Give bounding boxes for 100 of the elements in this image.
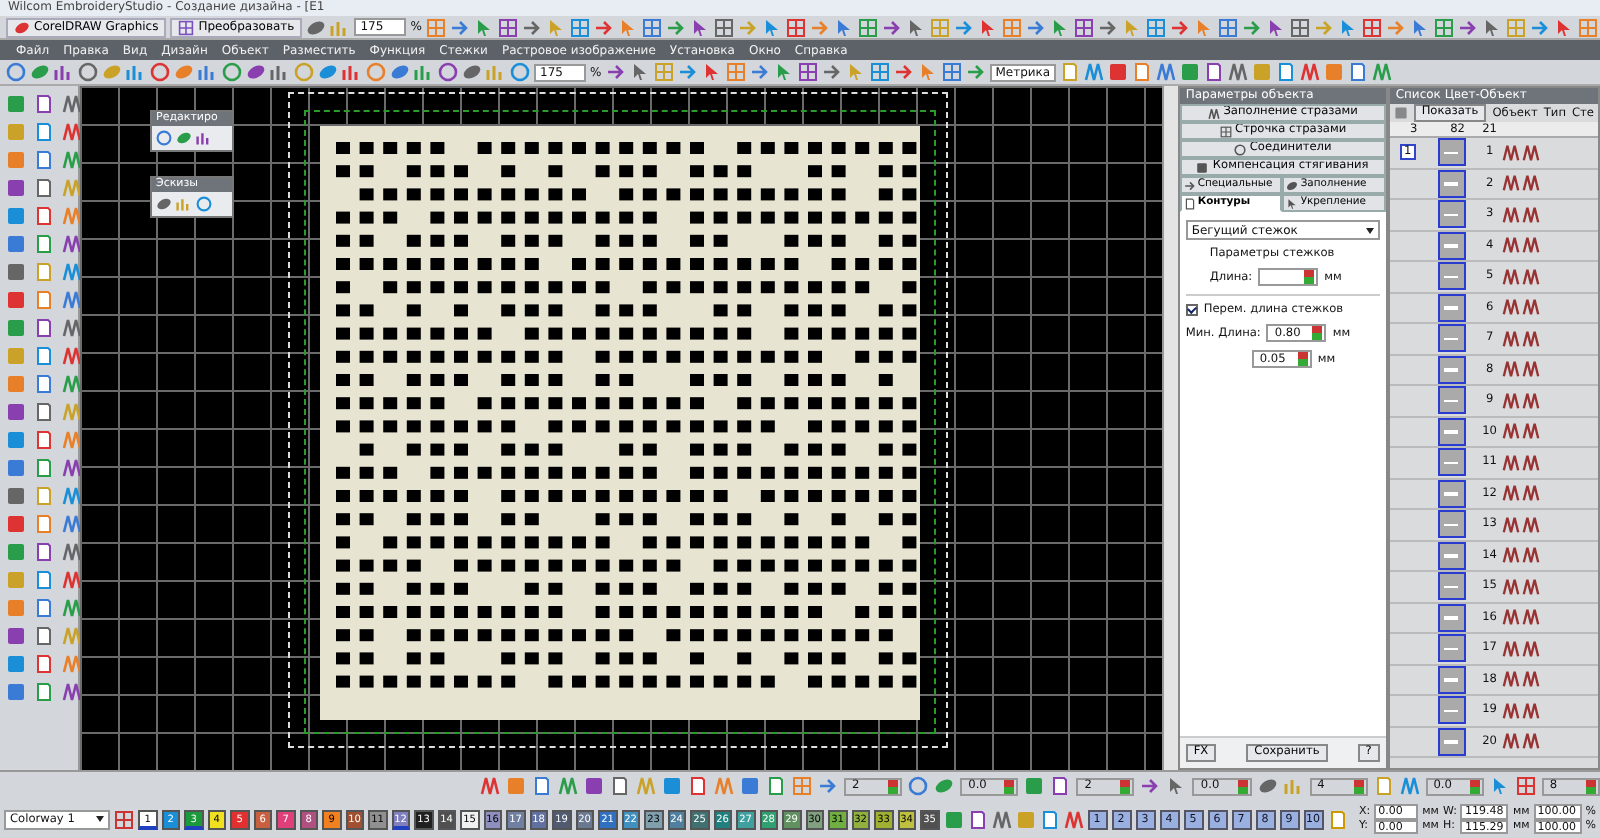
pointer-icon[interactable]	[1265, 17, 1286, 37]
square-icon[interactable]	[6, 234, 26, 254]
circle-icon[interactable]	[438, 62, 458, 82]
grid-icon[interactable]	[1289, 17, 1310, 37]
grid-icon[interactable]	[178, 19, 195, 35]
zigzag-stitch-icon[interactable]	[1300, 62, 1321, 82]
bars-icon[interactable]	[126, 62, 146, 82]
square-icon[interactable]	[1393, 106, 1408, 120]
color-block[interactable]	[1437, 293, 1466, 322]
bars-icon[interactable]	[196, 130, 212, 146]
color-block[interactable]	[1437, 696, 1466, 725]
grid-icon[interactable]	[1073, 17, 1094, 37]
arrow-icon[interactable]	[1025, 17, 1046, 37]
grid-icon[interactable]	[1515, 776, 1536, 796]
square-icon[interactable]	[584, 776, 604, 796]
grid-icon[interactable]	[114, 809, 135, 829]
zigzag-stitch-icon[interactable]	[480, 776, 500, 796]
leaf-icon[interactable]	[246, 62, 266, 82]
arrow-icon[interactable]	[818, 776, 838, 796]
leaf-icon[interactable]	[318, 62, 338, 82]
pointer-icon[interactable]	[701, 62, 722, 82]
arrow-icon[interactable]	[1140, 776, 1161, 796]
square-icon[interactable]	[6, 430, 26, 450]
leaf-icon[interactable]	[30, 62, 50, 82]
bars-icon[interactable]	[342, 62, 362, 82]
color-block[interactable]	[1437, 572, 1466, 601]
pointer-icon[interactable]	[773, 62, 794, 82]
grid-icon[interactable]	[785, 17, 806, 37]
color-block[interactable]	[1437, 510, 1466, 539]
color-block[interactable]	[1437, 355, 1466, 384]
pointer-icon[interactable]	[977, 17, 998, 37]
pointer-icon[interactable]	[833, 17, 854, 37]
pointer-icon[interactable]	[473, 17, 494, 37]
leaf-icon[interactable]	[462, 62, 482, 82]
grid-icon[interactable]	[641, 17, 662, 37]
color-block[interactable]	[1437, 262, 1466, 291]
square-icon[interactable]	[6, 458, 26, 478]
zigzag-stitch-icon[interactable]	[1063, 809, 1084, 829]
grid-icon[interactable]	[941, 62, 962, 82]
square-icon[interactable]	[662, 776, 682, 796]
square-icon[interactable]	[6, 318, 26, 338]
grid-icon[interactable]	[1361, 17, 1382, 37]
arrow-icon[interactable]	[1183, 179, 1196, 191]
square-icon[interactable]	[6, 654, 26, 674]
arrow-icon[interactable]	[521, 17, 542, 37]
zigzag-stitch-icon[interactable]	[1399, 776, 1420, 796]
square-icon[interactable]	[6, 682, 26, 702]
square-icon[interactable]	[6, 514, 26, 534]
bars-icon[interactable]	[270, 62, 290, 82]
pointer-icon[interactable]	[1489, 776, 1510, 796]
arrow-icon[interactable]	[1529, 17, 1550, 37]
leaf-icon[interactable]	[934, 776, 955, 796]
number-field[interactable]	[1258, 268, 1319, 286]
circle-icon[interactable]	[156, 130, 172, 146]
circle-icon[interactable]	[908, 776, 929, 796]
color-block[interactable]	[1437, 138, 1466, 167]
square-icon[interactable]	[6, 178, 26, 198]
arrow-icon[interactable]	[449, 17, 470, 37]
grid-icon[interactable]	[1433, 17, 1454, 37]
pointer-icon[interactable]	[689, 17, 710, 37]
grid-icon[interactable]	[713, 17, 734, 37]
circle-icon[interactable]	[6, 62, 26, 82]
zigzag-stitch-icon[interactable]	[991, 809, 1012, 829]
page-icon[interactable]	[1276, 62, 1297, 82]
color-block[interactable]	[1437, 448, 1466, 477]
pointer-icon[interactable]	[1553, 17, 1574, 37]
grid-icon[interactable]	[869, 62, 890, 82]
color-block[interactable]	[1437, 727, 1466, 756]
arrow-icon[interactable]	[1241, 17, 1262, 37]
arrow-icon[interactable]	[665, 17, 686, 37]
color-block[interactable]	[1437, 603, 1466, 632]
zigzag-stitch-icon[interactable]	[558, 776, 578, 796]
page-icon[interactable]	[1204, 62, 1225, 82]
zigzag-stitch-icon[interactable]	[1372, 62, 1393, 82]
zigzag-stitch-icon[interactable]	[1207, 107, 1220, 119]
bars-icon[interactable]	[54, 62, 74, 82]
circle-icon[interactable]	[510, 62, 530, 82]
leaf-icon[interactable]	[390, 62, 410, 82]
grid-icon[interactable]	[797, 62, 818, 82]
color-block[interactable]	[1437, 169, 1466, 198]
color-block[interactable]	[1437, 665, 1466, 694]
page-icon[interactable]	[688, 776, 708, 796]
leaf-icon[interactable]	[1286, 179, 1299, 191]
square-icon[interactable]	[6, 626, 26, 646]
color-block[interactable]	[1437, 417, 1466, 446]
square-icon[interactable]	[6, 542, 26, 562]
zigzag-stitch-icon[interactable]	[1156, 62, 1177, 82]
square-icon[interactable]	[6, 402, 26, 422]
leaf-icon[interactable]	[306, 17, 327, 37]
bars-icon[interactable]	[414, 62, 434, 82]
grid-icon[interactable]	[497, 17, 518, 37]
circle-icon[interactable]	[196, 196, 212, 212]
color-block[interactable]	[1437, 634, 1466, 663]
square-icon[interactable]	[6, 206, 26, 226]
square-icon[interactable]	[740, 776, 760, 796]
color-block[interactable]	[1437, 324, 1466, 353]
arrow-icon[interactable]	[1097, 17, 1118, 37]
scroll-bar[interactable]	[1162, 86, 1178, 770]
arrow-icon[interactable]	[881, 17, 902, 37]
page-icon[interactable]	[967, 809, 988, 829]
